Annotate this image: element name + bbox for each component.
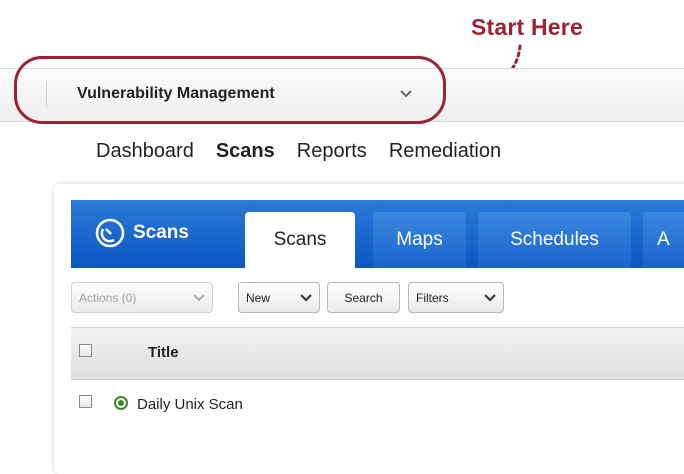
tab-label: Maps: [396, 229, 443, 250]
app-title: Scans: [95, 218, 189, 248]
nav-item-remediation[interactable]: Remediation: [389, 140, 501, 163]
tab-maps[interactable]: Maps: [373, 212, 466, 268]
search-button[interactable]: Search: [327, 282, 400, 313]
start-here-callout: Start Here: [471, 14, 583, 40]
highlight-oval: [14, 56, 446, 124]
new-button[interactable]: New: [238, 282, 320, 313]
tab-label: Scans: [273, 229, 327, 250]
row-checkbox[interactable]: [79, 395, 92, 408]
nav-item-dashboard[interactable]: Dashboard: [96, 140, 194, 163]
radar-icon: [95, 218, 125, 248]
actions-label: Actions (0): [79, 290, 137, 305]
table-row-title[interactable]: Daily Unix Scan: [137, 396, 243, 413]
nav-item-reports[interactable]: Reports: [297, 140, 367, 163]
status-running-icon: [114, 396, 128, 410]
select-all-checkbox[interactable]: [79, 344, 92, 357]
main-nav: Dashboard Scans Reports Remediation: [96, 140, 523, 163]
chevron-down-icon: [300, 293, 312, 301]
tab-label: Schedules: [510, 229, 599, 250]
chevron-down-icon: [484, 293, 496, 301]
new-label: New: [246, 290, 271, 305]
filters-label: Filters: [416, 290, 449, 305]
search-label: Search: [344, 290, 383, 305]
actions-button[interactable]: Actions (0): [71, 282, 213, 313]
column-header-title[interactable]: Title: [148, 344, 179, 361]
tab-schedules[interactable]: Schedules: [478, 212, 631, 268]
chevron-down-icon: [193, 293, 205, 301]
tab-overflow[interactable]: A: [643, 212, 684, 268]
filters-button[interactable]: Filters: [408, 282, 504, 313]
tab-scans[interactable]: Scans: [245, 212, 355, 268]
app-title-label: Scans: [133, 222, 189, 243]
nav-item-scans[interactable]: Scans: [216, 140, 275, 163]
tab-label: A: [657, 229, 670, 250]
